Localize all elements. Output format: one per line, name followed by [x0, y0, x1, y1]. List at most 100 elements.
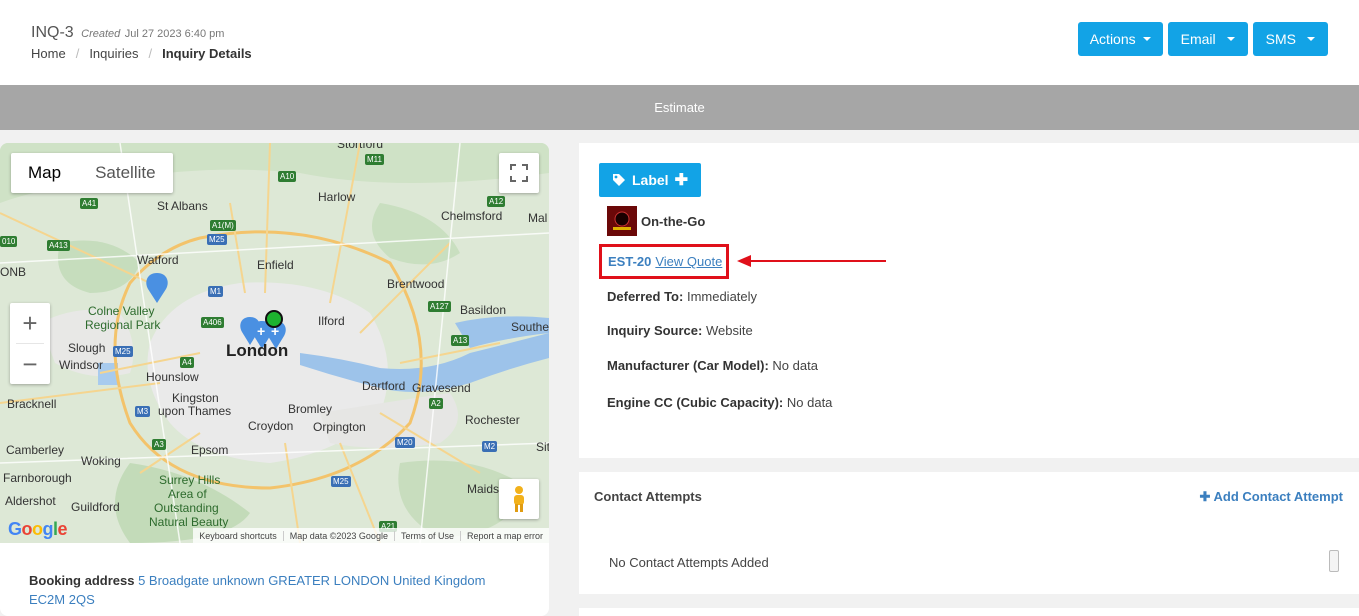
map-place-label: Basildon	[460, 303, 507, 317]
estimate-highlight: EST-20 View Quote	[599, 244, 729, 279]
company-logo-icon	[613, 211, 631, 230]
empty-state-text: No Contact Attempts Added	[609, 555, 769, 570]
engine-cc-label: Engine CC (Cubic Capacity):	[607, 395, 784, 410]
estimate-label: Estimate	[654, 100, 705, 115]
breadcrumb-separator: /	[148, 46, 153, 61]
map-place-label: St Albans	[157, 199, 208, 213]
road-label: M2	[482, 441, 498, 452]
road-label: M3	[135, 406, 151, 417]
road-label: A2	[429, 398, 443, 409]
actions-button[interactable]: Actions	[1077, 22, 1163, 56]
road-label: A413	[47, 240, 70, 251]
deferred-field: Deferred To: Immediately	[607, 289, 757, 304]
booking-address-label: Booking address	[29, 573, 135, 588]
map-place-label: Southe	[511, 320, 549, 334]
map-type-satellite[interactable]: Satellite	[78, 153, 172, 193]
pegman-icon	[514, 486, 524, 512]
map-place-label: Bracknell	[7, 397, 57, 411]
map-place-label: ONB	[0, 265, 27, 279]
road-label: A3	[152, 439, 166, 450]
estimate-tab[interactable]: Estimate	[0, 85, 1359, 130]
map-place-label: Mal	[528, 211, 548, 225]
contact-attempts-card: Contact Attempts ✚ Add Contact Attempt N…	[579, 472, 1359, 594]
fullscreen-button[interactable]	[499, 153, 539, 193]
report-map-error-link[interactable]: Report a map error	[459, 530, 549, 541]
map-card: + + Stortford Harlow St Albans Chelmsfor…	[0, 143, 549, 616]
keyboard-shortcuts-link[interactable]: Keyboard shortcuts	[193, 531, 283, 541]
caret-down-icon	[1226, 37, 1235, 41]
road-label: A406	[201, 317, 224, 328]
view-quote-link[interactable]: View Quote	[655, 254, 722, 269]
road-label: A10	[278, 171, 297, 182]
add-contact-attempt-button[interactable]: ✚ Add Contact Attempt	[1199, 489, 1343, 505]
map-place-label: Regional Park	[85, 318, 161, 332]
deferred-label: Deferred To:	[607, 289, 684, 304]
map-place-label: Hounslow	[146, 370, 199, 384]
street-view-button[interactable]	[499, 479, 539, 519]
map-place-label: Bromley	[288, 402, 333, 416]
svg-text:+: +	[257, 323, 265, 339]
map-data-text: Map data ©2023 Google	[282, 530, 394, 541]
map-place-label: Orpington	[313, 420, 366, 434]
created-label: Created	[81, 28, 121, 40]
zoom-in-button[interactable]: +	[10, 303, 50, 343]
road-label: M11	[365, 154, 384, 165]
map-place-label: Harlow	[318, 190, 356, 204]
email-label: Email	[1180, 31, 1216, 47]
caret-down-icon	[1142, 37, 1151, 41]
sms-button[interactable]: SMS	[1252, 22, 1328, 56]
tag-icon	[613, 174, 625, 186]
inquiry-details-card: Label ✚ On-the-Go EST-20 View Quote Defe…	[579, 143, 1359, 458]
map-place-label: upon Thames	[158, 404, 232, 418]
plus-icon: ✚	[674, 172, 688, 189]
sms-label: SMS	[1265, 31, 1296, 47]
map-place-label: Kingston	[172, 391, 219, 405]
map-place-label: Aldershot	[5, 494, 56, 508]
breadcrumb-current: Inquiry Details	[162, 46, 252, 61]
page-header: INQ-3 Created Jul 27 2023 6:40 pm Home /…	[0, 0, 1359, 85]
company-logo	[607, 206, 637, 236]
label-button[interactable]: Label ✚	[599, 163, 701, 197]
next-card	[579, 608, 1359, 616]
road-label: 010	[0, 236, 18, 247]
breadcrumb-inquiries[interactable]: Inquiries	[89, 46, 138, 61]
map-place-label: Maids	[467, 482, 500, 496]
road-label: A41	[80, 198, 99, 209]
map-place-label: Sit	[536, 440, 549, 454]
estimate-id[interactable]: EST-20	[608, 254, 651, 269]
scrollbar[interactable]	[1329, 550, 1339, 572]
caret-down-icon	[1307, 37, 1315, 41]
map-place-label: Surrey Hills	[159, 473, 221, 487]
map-place-label: Windsor	[59, 358, 104, 372]
map-place-label: Croydon	[248, 419, 294, 433]
map-type-map[interactable]: Map	[11, 153, 78, 193]
company-row: On-the-Go	[607, 206, 705, 236]
engine-cc-value: No data	[786, 395, 833, 410]
terms-of-use-link[interactable]: Terms of Use	[393, 530, 460, 541]
map-place-label: Gravesend	[412, 381, 471, 395]
fullscreen-icon	[510, 164, 528, 182]
map-place-label: Woking	[81, 454, 121, 468]
map-place-label: Dartford	[362, 379, 406, 393]
road-label: M25	[331, 476, 351, 487]
zoom-out-button[interactable]: −	[10, 344, 50, 384]
map-view[interactable]: + + Stortford Harlow St Albans Chelmsfor…	[0, 143, 549, 543]
plus-icon: ✚	[1199, 489, 1211, 504]
map-place-label: London	[226, 341, 289, 360]
road-label: A4	[180, 357, 194, 368]
breadcrumb-home[interactable]: Home	[31, 46, 66, 61]
road-label: M25	[207, 234, 227, 245]
breadcrumb: Home / Inquiries / Inquiry Details	[31, 46, 252, 61]
map-type-toggle: Map Satellite	[11, 153, 173, 193]
inquiry-source-value: Website	[705, 323, 753, 338]
map-place-label: Epsom	[191, 443, 229, 457]
arrow-left-icon	[737, 255, 886, 267]
email-button[interactable]: Email	[1167, 22, 1248, 56]
inquiry-source-label: Inquiry Source:	[607, 323, 703, 338]
road-label: A127	[428, 301, 451, 312]
google-logo: Google	[8, 519, 68, 539]
map-place-label: Outstanding	[154, 501, 219, 515]
inquiry-id: INQ-3	[31, 24, 74, 41]
company-name: On-the-Go	[641, 213, 706, 229]
map-place-label: Chelmsford	[441, 209, 503, 223]
